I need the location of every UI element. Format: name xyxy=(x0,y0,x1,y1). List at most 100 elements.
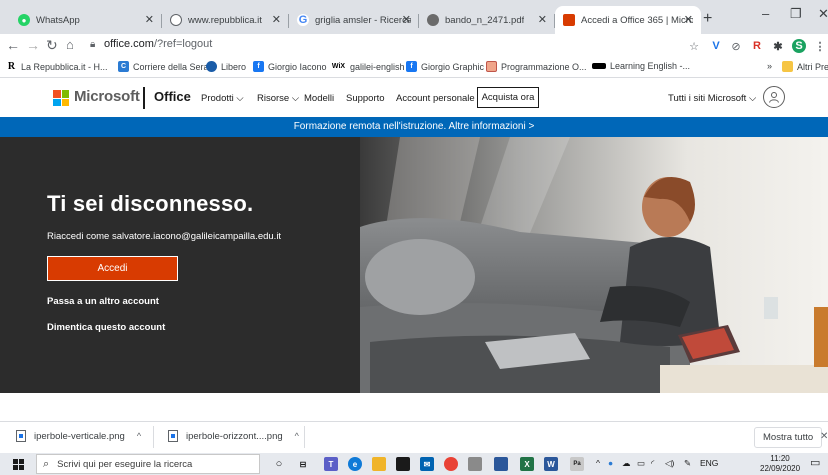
tab-whatsapp[interactable]: ● WhatsApp ✕ xyxy=(10,6,162,34)
tray-overflow-icon[interactable]: ^ xyxy=(596,458,600,468)
tab-repubblica[interactable]: www.repubblica.it ✕ xyxy=(162,6,289,34)
promo-banner[interactable]: Formazione remota nell'istruzione. Altre… xyxy=(0,117,828,137)
tab-pdf[interactable]: bando_n_2471.pdf ✕ xyxy=(419,6,555,34)
profile-avatar-icon[interactable]: S xyxy=(792,39,806,53)
notifications-icon[interactable]: ▭ xyxy=(810,456,820,469)
nav-supporto[interactable]: Supporto xyxy=(346,93,385,104)
close-icon[interactable]: ✕ xyxy=(272,13,281,26)
mail-icon[interactable]: ✉ xyxy=(420,457,434,471)
new-tab-button[interactable]: + xyxy=(703,10,712,28)
office-title[interactable]: Office xyxy=(154,89,191,104)
cortana-icon[interactable]: ○ xyxy=(272,457,286,471)
forward-icon[interactable]: → xyxy=(26,37,40,53)
windows-start-icon[interactable] xyxy=(13,459,24,470)
volume-icon[interactable]: ◁) xyxy=(665,458,674,469)
chevron-up-icon[interactable]: ^ xyxy=(137,431,141,441)
nav-account[interactable]: Account personale xyxy=(396,93,475,104)
chrome-icon[interactable] xyxy=(444,457,458,471)
bookmark-label: Learning English -... xyxy=(610,61,691,71)
switch-account-link[interactable]: Passa a un altro account xyxy=(47,296,159,307)
battery-icon[interactable]: ▭ xyxy=(637,458,645,469)
forget-account-link[interactable]: Dimentica questo account xyxy=(47,322,165,333)
bookmark-repubblica[interactable]: R La Repubblica.it - H... xyxy=(6,61,108,72)
chevron-up-icon[interactable]: ^ xyxy=(295,431,299,441)
nav-risorse[interactable]: Risorse ⌵ xyxy=(257,93,299,104)
microsoft-logo-icon[interactable] xyxy=(53,90,69,106)
chevron-down-icon: ⌵ xyxy=(236,93,244,104)
calculator-icon[interactable] xyxy=(468,457,482,471)
bookmark-libero[interactable]: Libero xyxy=(206,61,246,72)
clock-time: 11:20 xyxy=(770,454,790,463)
all-sites-label: Tutti i siti Microsoft xyxy=(668,93,747,104)
globe-icon xyxy=(170,14,182,26)
bookmark-label: Giorgio Iacono xyxy=(268,61,327,72)
bookmark-giorgio-iacono[interactable]: f Giorgio Iacono xyxy=(253,61,327,72)
address-bar[interactable]: office.com/?ref=logout xyxy=(104,38,212,50)
language-indicator[interactable]: ENG xyxy=(700,458,718,468)
bookmarks-overflow[interactable]: » xyxy=(767,61,772,71)
signin-button[interactable]: Accedi xyxy=(47,256,178,281)
excel-icon[interactable]: X xyxy=(520,457,534,471)
wifi-icon[interactable]: ◜ xyxy=(651,458,654,469)
corriere-icon: C xyxy=(118,61,129,72)
store-icon[interactable] xyxy=(396,457,410,471)
paint-icon[interactable]: Pa xyxy=(570,457,584,471)
window-close-icon[interactable]: ✕ xyxy=(818,6,828,22)
home-icon[interactable]: ⌂ xyxy=(66,37,74,52)
teams-icon[interactable]: T xyxy=(324,457,338,471)
bookmark-learning-english[interactable]: Learning English -... xyxy=(592,61,690,71)
nav-prodotti[interactable]: Prodotti ⌵ xyxy=(201,93,244,104)
onedrive-icon[interactable]: ☁ xyxy=(622,458,631,469)
app-icon[interactable] xyxy=(494,457,508,471)
task-view-icon[interactable]: ⊟ xyxy=(296,457,310,471)
edge-icon[interactable]: e xyxy=(348,457,362,471)
other-bookmarks-folder[interactable]: Altri Preferiti xyxy=(782,61,828,72)
tab-google-search[interactable]: G griglia amsler - Ricerca Goo ✕ xyxy=(289,6,419,34)
extension-circle-icon[interactable]: ⊘ xyxy=(729,39,743,53)
chevron-down-icon: ⌵ xyxy=(291,93,300,104)
bookmark-corriere[interactable]: C Corriere della Sera xyxy=(118,61,209,72)
bookmark-galilei-english[interactable]: WiX galilei-english xyxy=(331,61,405,72)
bookmark-giorgio-graphic[interactable]: f Giorgio Graphic xyxy=(406,61,484,72)
tab-title: Accedi a Office 365 | Micro xyxy=(581,14,693,26)
tray-app-icon[interactable]: ● xyxy=(608,458,613,468)
back-icon[interactable]: ← xyxy=(6,37,20,53)
close-icon[interactable]: ✕ xyxy=(820,431,828,442)
reload-icon[interactable]: ↻ xyxy=(46,37,58,54)
taskbar-search-box[interactable]: ⌕ Scrivi qui per eseguire la ricerca xyxy=(36,454,260,474)
nav-modelli[interactable]: Modelli xyxy=(304,93,334,104)
all-microsoft-sites[interactable]: Tutti i siti Microsoft ⌵ xyxy=(668,93,756,104)
close-icon[interactable]: ✕ xyxy=(402,13,411,26)
close-icon[interactable]: ✕ xyxy=(538,13,547,26)
menu-dots-icon[interactable]: ⋮ xyxy=(813,39,827,53)
whatsapp-icon: ● xyxy=(18,14,30,26)
download-filename: iperbole-verticale.png xyxy=(34,430,125,442)
bookmark-label: Altri Preferiti xyxy=(797,61,828,72)
account-avatar-icon[interactable] xyxy=(763,86,785,108)
close-icon[interactable]: ✕ xyxy=(684,13,693,26)
tab-title: griglia amsler - Ricerca Goo xyxy=(315,14,411,26)
file-explorer-icon[interactable] xyxy=(372,457,386,471)
maximize-icon[interactable]: ❐ xyxy=(790,6,802,22)
download-item[interactable]: iperbole-orizzont....png ^ xyxy=(168,430,299,442)
download-item[interactable]: iperbole-verticale.png ^ xyxy=(16,430,141,442)
extensions-puzzle-icon[interactable]: ✱ xyxy=(771,39,785,53)
browser-tab-strip: ● WhatsApp ✕ www.repubblica.it ✕ G grigl… xyxy=(0,0,828,34)
tab-office-signin[interactable]: Accedi a Office 365 | Micro ✕ xyxy=(555,6,701,34)
word-icon[interactable]: W xyxy=(544,457,558,471)
taskbar-clock[interactable]: 11:20 22/09/2020 xyxy=(760,454,800,474)
extension-v-icon[interactable]: V xyxy=(709,39,723,53)
bookmark-programmazione[interactable]: Programmazione O... xyxy=(486,61,587,72)
chevron-down-icon: ⌵ xyxy=(748,93,757,104)
bookmark-label: Libero xyxy=(221,61,247,72)
extension-r-icon[interactable]: R xyxy=(750,39,764,53)
nav-label: Risorse xyxy=(257,93,290,104)
microsoft-brand[interactable]: Microsoft xyxy=(74,88,140,105)
show-all-downloads-button[interactable]: Mostra tutto xyxy=(754,427,823,448)
minimize-icon[interactable]: – xyxy=(762,6,769,21)
close-icon[interactable]: ✕ xyxy=(145,13,154,26)
buy-now-button[interactable]: Acquista ora xyxy=(477,87,539,108)
star-icon[interactable]: ☆ xyxy=(687,39,701,53)
pen-icon[interactable]: ✎ xyxy=(684,458,691,469)
downloads-bar: iperbole-verticale.png ^ iperbole-orizzo… xyxy=(0,421,828,453)
